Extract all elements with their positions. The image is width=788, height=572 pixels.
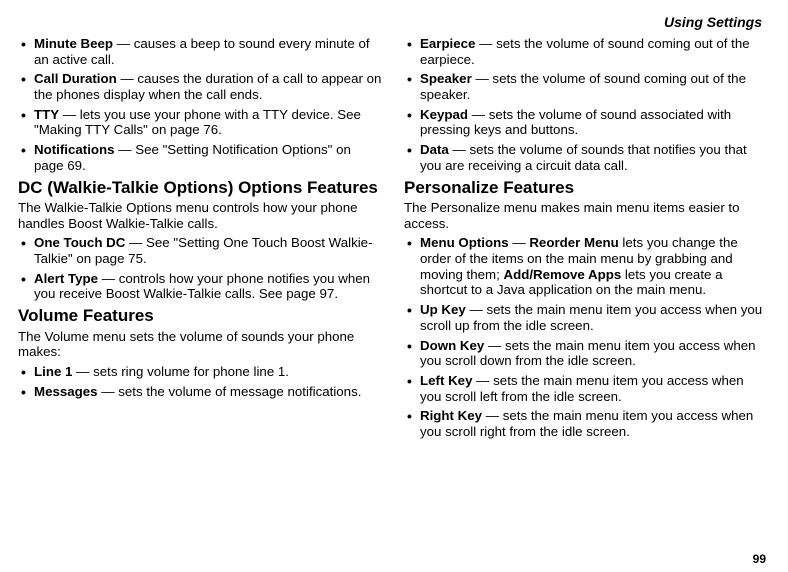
term: Notifications [34,142,115,157]
intro-volume: The Volume menu sets the volume of sound… [18,329,382,360]
term: Down Key [420,338,484,353]
term: Speaker [420,71,472,86]
list-item: Down Key — sets the main menu item you a… [404,338,768,369]
term: Line 1 [34,364,72,379]
right-column: Earpiece — sets the volume of sound comi… [404,36,768,444]
desc: — lets you use your phone with a TTY dev… [34,107,361,138]
term: Menu Options [420,235,509,250]
desc: — sets ring volume for phone line 1. [72,364,289,379]
page: Using Settings Minute Beep — causes a be… [0,0,788,454]
term: Data [420,142,449,157]
sep: — [509,235,530,250]
term: Call Duration [34,71,117,86]
term: Minute Beep [34,36,113,51]
list-item: Right Key — sets the main menu item you … [404,408,768,439]
term: Messages [34,384,98,399]
term: Earpiece [420,36,475,51]
list-item: Call Duration — causes the duration of a… [18,71,382,102]
inline-bold: Reorder Menu [529,235,618,250]
list-item: Messages — sets the volume of message no… [18,384,382,400]
term: TTY [34,107,59,122]
left-column: Minute Beep — causes a beep to sound eve… [18,36,382,444]
list-item: Earpiece — sets the volume of sound comi… [404,36,768,67]
term: Keypad [420,107,468,122]
list-volume: Line 1 — sets ring volume for phone line… [18,364,382,399]
list-item: Minute Beep — causes a beep to sound eve… [18,36,382,67]
heading-personalize: Personalize Features [404,178,768,198]
list-personalize: Menu Options — Reorder Menu lets you cha… [404,235,768,439]
term: Alert Type [34,271,98,286]
list-item: Menu Options — Reorder Menu lets you cha… [404,235,768,298]
desc: — sets the main menu item you access whe… [420,302,762,333]
desc: — sets the volume of message notificatio… [98,384,362,399]
term: Left Key [420,373,472,388]
heading-dc-options: DC (Walkie-Talkie Options) Options Featu… [18,178,382,198]
heading-volume: Volume Features [18,306,382,326]
page-number: 99 [753,552,766,566]
list-item: Speaker — sets the volume of sound comin… [404,71,768,102]
list-item: Keypad — sets the volume of sound associ… [404,107,768,138]
list-item: Notifications — See "Setting Notificatio… [18,142,382,173]
term: One Touch DC [34,235,125,250]
term: Right Key [420,408,482,423]
term: Up Key [420,302,466,317]
columns: Minute Beep — causes a beep to sound eve… [18,36,768,444]
list-item: Alert Type — controls how your phone not… [18,271,382,302]
intro-dc: The Walkie-Talkie Options menu controls … [18,200,382,231]
list-item: One Touch DC — See "Setting One Touch Bo… [18,235,382,266]
list-dc: One Touch DC — See "Setting One Touch Bo… [18,235,382,302]
section-header: Using Settings [18,14,768,30]
intro-personalize: The Personalize menu makes main menu ite… [404,200,768,231]
list-item: Data — sets the volume of sounds that no… [404,142,768,173]
list-item: Left Key — sets the main menu item you a… [404,373,768,404]
list-top-left: Minute Beep — causes a beep to sound eve… [18,36,382,174]
inline-bold: Add/Remove Apps [504,267,622,282]
desc: — sets the volume of sounds that notifie… [420,142,747,173]
list-item: TTY — lets you use your phone with a TTY… [18,107,382,138]
list-volume-right: Earpiece — sets the volume of sound comi… [404,36,768,174]
list-item: Up Key — sets the main menu item you acc… [404,302,768,333]
list-item: Line 1 — sets ring volume for phone line… [18,364,382,380]
